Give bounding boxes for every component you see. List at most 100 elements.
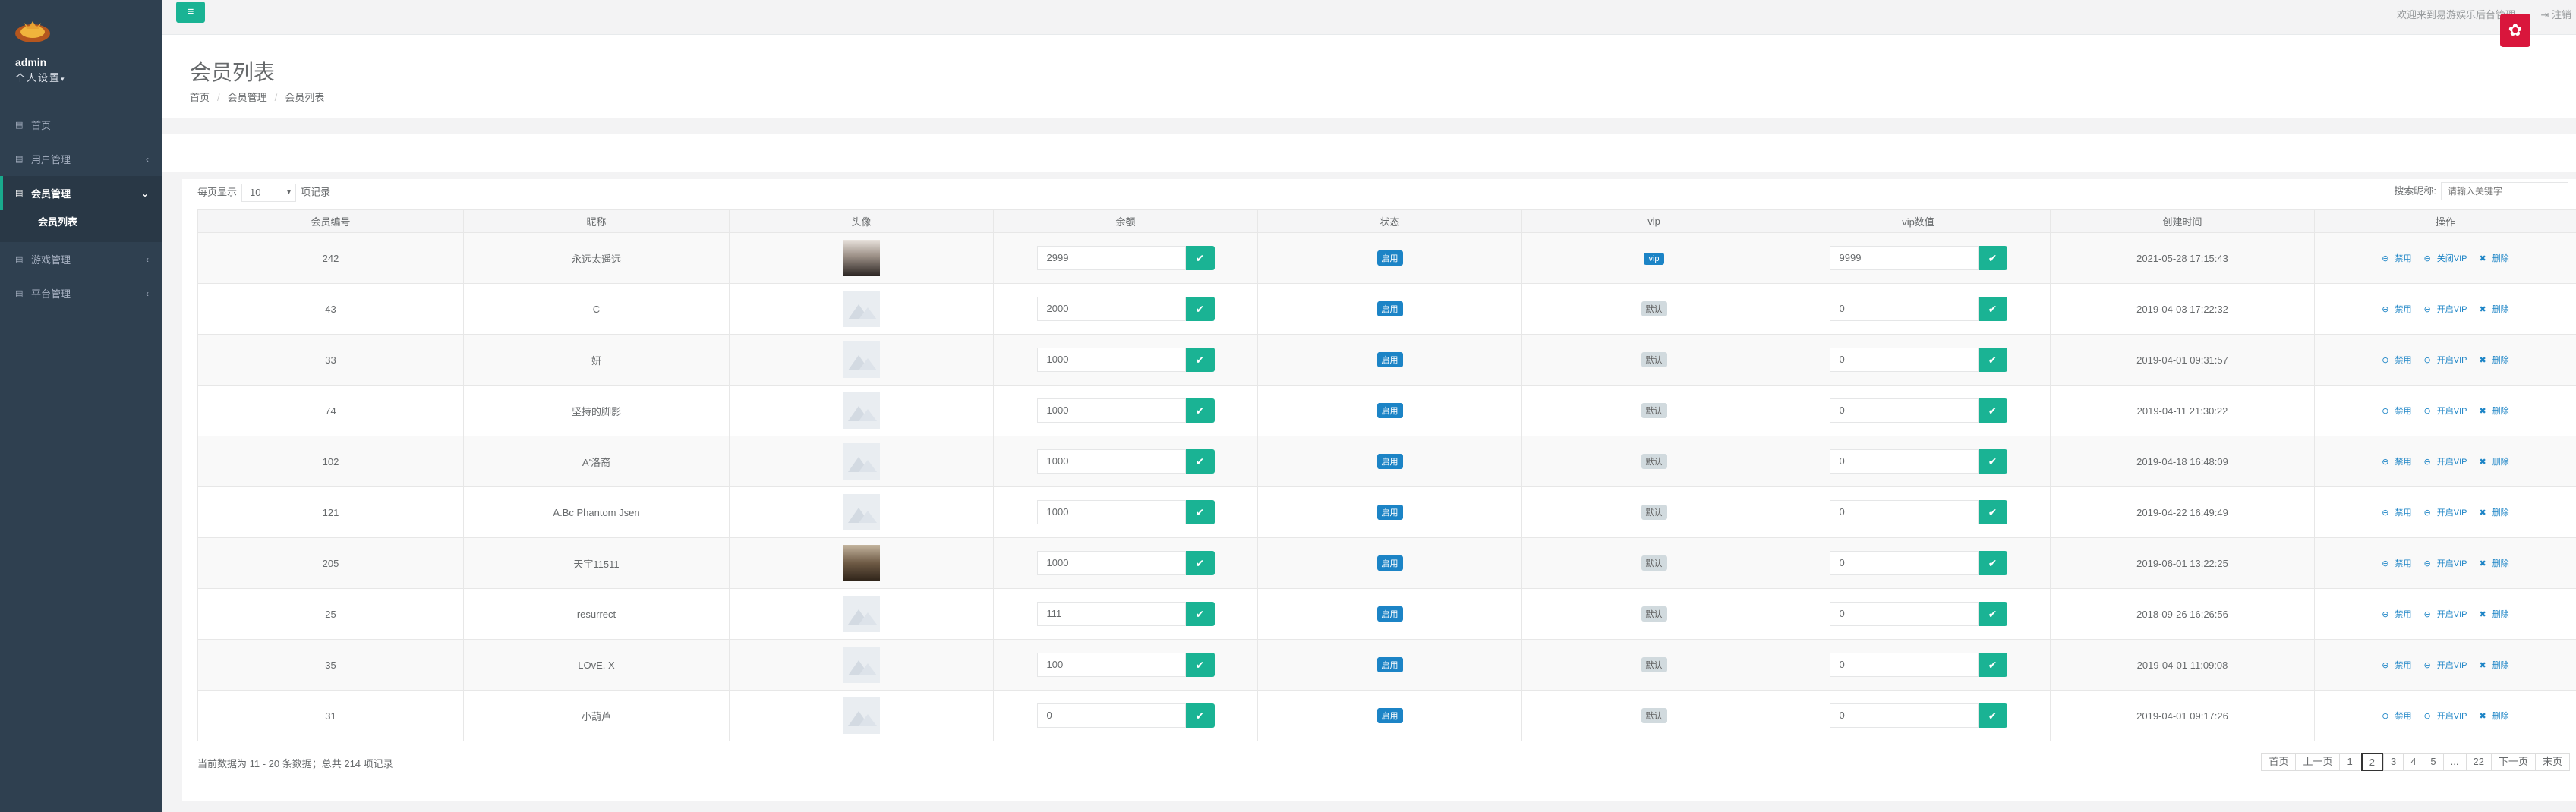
balance-input[interactable]: 2999 [1036, 246, 1186, 270]
delete-button[interactable]: ✖ 删除 [2476, 356, 2511, 365]
delete-button[interactable]: ✖ 删除 [2476, 407, 2511, 416]
column-header[interactable]: 会员编号 [197, 209, 464, 233]
toggle-vip-button[interactable]: ⊖ 开启VIP [2421, 305, 2470, 314]
vip-value-input[interactable]: 0 [1829, 449, 1979, 474]
delete-button[interactable]: ✖ 删除 [2476, 712, 2511, 721]
delete-button[interactable]: ✖ 删除 [2476, 458, 2511, 467]
vip-value-input[interactable]: 0 [1829, 348, 1979, 372]
toggle-vip-button[interactable]: ⊖ 开启VIP [2421, 712, 2470, 721]
toggle-vip-button[interactable]: ⊖ 关闭VIP [2421, 254, 2470, 263]
column-header[interactable]: 创建时间 [2050, 209, 2315, 233]
disable-button[interactable]: ⊖ 禁用 [2379, 356, 2414, 365]
balance-input[interactable]: 100 [1036, 653, 1186, 677]
save-balance-button[interactable]: ✔ [1185, 398, 1215, 423]
toggle-vip-button[interactable]: ⊖ 开启VIP [2421, 356, 2470, 365]
delete-button[interactable]: ✖ 删除 [2476, 254, 2511, 263]
delete-button[interactable]: ✖ 删除 [2476, 508, 2511, 518]
disable-button[interactable]: ⊖ 禁用 [2379, 661, 2414, 670]
save-balance-button[interactable]: ✔ [1185, 500, 1215, 524]
column-header[interactable]: 操作 [2314, 209, 2576, 233]
disable-button[interactable]: ⊖ 禁用 [2379, 254, 2414, 263]
pagination-button[interactable]: 2 [2360, 753, 2383, 771]
vip-value-input[interactable]: 0 [1829, 500, 1979, 524]
delete-button[interactable]: ✖ 删除 [2476, 610, 2511, 619]
sidebar-subitem-member-list[interactable]: 会员列表 [0, 212, 162, 233]
disable-button[interactable]: ⊖ 禁用 [2379, 407, 2414, 416]
vip-value-input[interactable]: 0 [1829, 653, 1979, 677]
disable-button[interactable]: ⊖ 禁用 [2379, 610, 2414, 619]
pagination-button[interactable]: 22 [2465, 753, 2492, 771]
toggle-vip-button[interactable]: ⊖ 开启VIP [2421, 508, 2470, 518]
pagination-button[interactable]: 4 [2403, 753, 2424, 771]
breadcrumb-home[interactable]: 首页 [190, 92, 210, 103]
vip-value-input[interactable]: 9999 [1829, 246, 1979, 270]
balance-input[interactable]: 1000 [1036, 449, 1186, 474]
vip-value-input[interactable]: 0 [1829, 398, 1979, 423]
save-vip-value-button[interactable]: ✔ [1978, 348, 2007, 372]
column-header[interactable]: 余额 [993, 209, 1258, 233]
toggle-vip-button[interactable]: ⊖ 开启VIP [2421, 559, 2470, 568]
save-vip-value-button[interactable]: ✔ [1978, 602, 2007, 626]
save-vip-value-button[interactable]: ✔ [1978, 653, 2007, 677]
save-balance-button[interactable]: ✔ [1185, 551, 1215, 575]
save-vip-value-button[interactable]: ✔ [1978, 500, 2007, 524]
balance-input[interactable]: 2000 [1036, 297, 1186, 321]
column-header[interactable]: 昵称 [463, 209, 730, 233]
delete-button[interactable]: ✖ 删除 [2476, 661, 2511, 670]
save-balance-button[interactable]: ✔ [1185, 449, 1215, 474]
search-input[interactable] [2441, 182, 2568, 200]
sidebar-item-member-management[interactable]: ▤ 会员管理 ⌄ [0, 176, 162, 210]
page-length-select[interactable]: 10 ▾ [241, 184, 297, 202]
vip-value-input[interactable]: 0 [1829, 703, 1979, 728]
column-header[interactable]: vip数值 [1786, 209, 2051, 233]
vip-value-input[interactable]: 0 [1829, 551, 1979, 575]
save-vip-value-button[interactable]: ✔ [1978, 398, 2007, 423]
toggle-vip-button[interactable]: ⊖ 开启VIP [2421, 407, 2470, 416]
pagination-button[interactable]: 首页 [2261, 753, 2297, 771]
disable-button[interactable]: ⊖ 禁用 [2379, 508, 2414, 518]
floating-app-icon[interactable]: ✿ [2500, 14, 2530, 47]
balance-input[interactable]: 1000 [1036, 500, 1186, 524]
save-vip-value-button[interactable]: ✔ [1978, 449, 2007, 474]
toggle-vip-button[interactable]: ⊖ 开启VIP [2421, 458, 2470, 467]
pagination-button[interactable]: 末页 [2534, 753, 2570, 771]
balance-input[interactable]: 1000 [1036, 348, 1186, 372]
pagination-button[interactable]: 下一页 [2490, 753, 2536, 771]
save-balance-button[interactable]: ✔ [1185, 653, 1215, 677]
disable-button[interactable]: ⊖ 禁用 [2379, 305, 2414, 314]
save-vip-value-button[interactable]: ✔ [1978, 297, 2007, 321]
delete-button[interactable]: ✖ 删除 [2476, 305, 2511, 314]
profile-settings-dropdown[interactable]: 个人设置▾ [15, 70, 66, 84]
save-balance-button[interactable]: ✔ [1185, 246, 1215, 270]
column-header[interactable]: 状态 [1257, 209, 1522, 233]
save-vip-value-button[interactable]: ✔ [1978, 703, 2007, 728]
disable-button[interactable]: ⊖ 禁用 [2379, 712, 2414, 721]
menu-toggle-button[interactable]: ≡ [176, 2, 205, 23]
column-header[interactable]: 头像 [729, 209, 994, 233]
toggle-vip-button[interactable]: ⊖ 开启VIP [2421, 610, 2470, 619]
save-balance-button[interactable]: ✔ [1185, 703, 1215, 728]
balance-input[interactable]: 0 [1036, 703, 1186, 728]
save-balance-button[interactable]: ✔ [1185, 348, 1215, 372]
balance-input[interactable]: 1000 [1036, 398, 1186, 423]
vip-value-input[interactable]: 0 [1829, 602, 1979, 626]
vip-value-input[interactable]: 0 [1829, 297, 1979, 321]
logout-link[interactable]: ⇥ 注销 [2540, 7, 2571, 21]
save-balance-button[interactable]: ✔ [1185, 297, 1215, 321]
breadcrumb-member-management[interactable]: 会员管理 [228, 92, 267, 103]
sidebar-item-game-management[interactable]: ▤ 游戏管理 ‹ [0, 242, 162, 276]
sidebar-item-user-management[interactable]: ▤ 用户管理 ‹ [0, 142, 162, 176]
save-balance-button[interactable]: ✔ [1185, 602, 1215, 626]
pagination-button[interactable]: 1 [2339, 753, 2360, 771]
toggle-vip-button[interactable]: ⊖ 开启VIP [2421, 661, 2470, 670]
disable-button[interactable]: ⊖ 禁用 [2379, 559, 2414, 568]
pagination-button[interactable]: 3 [2382, 753, 2404, 771]
sidebar-item-platform-management[interactable]: ▤ 平台管理 ‹ [0, 276, 162, 310]
delete-button[interactable]: ✖ 删除 [2476, 559, 2511, 568]
pagination-button[interactable]: 5 [2423, 753, 2444, 771]
balance-input[interactable]: 1000 [1036, 551, 1186, 575]
save-vip-value-button[interactable]: ✔ [1978, 246, 2007, 270]
pagination-button[interactable]: 上一页 [2295, 753, 2341, 771]
disable-button[interactable]: ⊖ 禁用 [2379, 458, 2414, 467]
column-header[interactable]: vip [1521, 209, 1786, 233]
